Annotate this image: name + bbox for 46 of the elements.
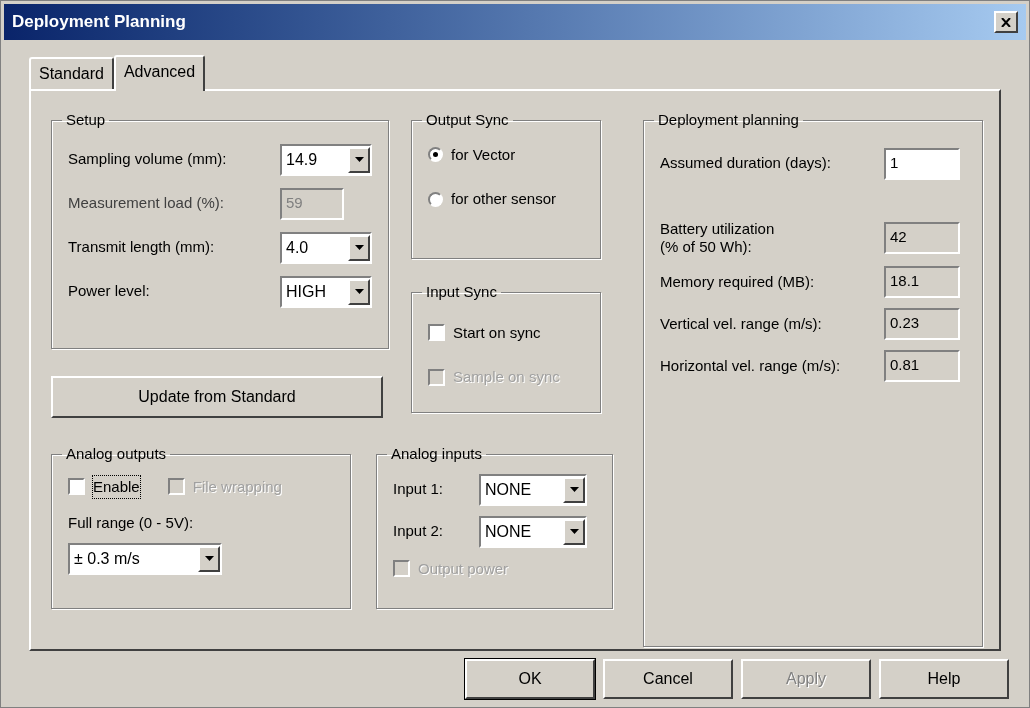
dropdown[interactable]: 4.0 (280, 231, 372, 264)
field-label: Power level: (68, 281, 151, 302)
field-label: Measurement load (%): (68, 193, 225, 214)
reading-value: 0.23 (884, 307, 960, 340)
checkbox-label: Enable (93, 475, 140, 498)
group-title: Output Sync (425, 110, 510, 130)
range-label: Full range (0 - 5V): (68, 513, 195, 533)
dropdown[interactable]: NONE (479, 515, 587, 548)
duration-field[interactable]: 1 (884, 147, 960, 180)
reading-label: Battery utilization (% of 50 Wh): (660, 219, 776, 256)
group-title: Input Sync (425, 282, 498, 302)
tab[interactable]: Standard (29, 57, 114, 89)
dialog-button[interactable]: OK (465, 659, 595, 699)
dialog-button[interactable]: Help (879, 659, 1009, 699)
reading-value: 0.81 (884, 349, 960, 382)
dropdown[interactable]: 14.9 (280, 143, 372, 176)
close-button[interactable] (994, 11, 1018, 33)
reading-value: 42 (884, 221, 960, 254)
radio-button[interactable] (428, 147, 443, 163)
tab[interactable]: Advanced (113, 55, 206, 91)
field-label: Sampling volume (mm): (68, 149, 228, 170)
dropdown[interactable]: ± 0.3 m/s (68, 542, 222, 575)
dropdown[interactable]: NONE (479, 473, 587, 506)
field-label: Assumed duration (days): (660, 153, 832, 174)
reading-label: Vertical vel. range (m/s): (660, 314, 823, 333)
group-title: Setup (65, 110, 107, 130)
radio-button[interactable] (428, 191, 443, 207)
radio-label: for Vector (451, 144, 516, 165)
dialog-button[interactable]: Cancel (603, 659, 733, 699)
checkbox[interactable] (428, 324, 445, 342)
group-title: Analog outputs (65, 444, 168, 464)
field-label: Transmit length (mm): (68, 237, 216, 258)
update-button[interactable]: Update from Standard (51, 376, 383, 418)
window-title: Deployment Planning (12, 11, 186, 34)
checkbox[interactable] (68, 478, 85, 496)
input-label: Input 1: (393, 479, 445, 500)
reading-label: Memory required (MB): (660, 272, 816, 291)
group-title: Analog inputs (390, 444, 483, 464)
checkbox-label: Start on sync (453, 322, 541, 343)
input-label: Input 2: (393, 521, 445, 542)
close-icon (1001, 17, 1011, 27)
radio-label: for other sensor (451, 189, 557, 209)
dropdown[interactable]: HIGH (280, 275, 372, 308)
group-title: Deployment planning (657, 110, 800, 130)
reading-value: 18.1 (884, 265, 960, 298)
reading-label: Horizontal vel. range (m/s): (660, 356, 842, 375)
